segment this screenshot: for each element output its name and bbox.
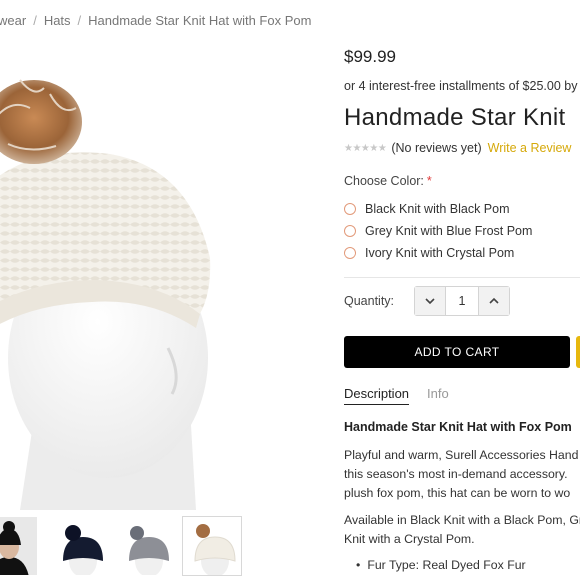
quantity-stepper: 1 — [414, 286, 510, 316]
thumbnail-strip — [0, 516, 250, 580]
quantity-label: Quantity: — [344, 294, 395, 308]
radio-icon[interactable] — [344, 247, 356, 259]
color-label: Choose Color: * — [344, 174, 432, 188]
rating-stars-icon: ★★★★★ — [344, 143, 387, 154]
product-main-image[interactable] — [0, 58, 222, 510]
color-option-label: Ivory Knit with Crystal Pom — [365, 246, 515, 260]
breadcrumb-item-hats[interactable]: Hats — [44, 13, 71, 28]
quantity-increase-button[interactable] — [479, 287, 509, 315]
rating-row: ★★★★★ (No reviews yet) Write a Review — [344, 141, 571, 155]
add-to-cart-button[interactable]: ADD TO CART — [344, 336, 570, 368]
breadcrumb: wear / Hats / Handmade Star Knit Hat with Fo… — [0, 13, 311, 28]
thumbnail-ivory-hat[interactable] — [182, 516, 242, 576]
hat-on-mannequin-image — [0, 79, 211, 510]
divider — [344, 277, 580, 278]
reviews-count: (No reviews yet) — [391, 141, 482, 155]
radio-icon[interactable] — [344, 203, 356, 215]
breadcrumb-item-current: Handmade Star Knit Hat with Fox Pom — [88, 13, 312, 28]
product-price: $99.99 — [344, 47, 396, 66]
wishlist-button[interactable] — [576, 336, 580, 368]
color-option-grey[interactable]: Grey Knit with Blue Frost Pom — [344, 220, 532, 242]
thumbnail-grey-hat[interactable] — [116, 516, 176, 576]
color-option-label: Black Knit with Black Pom — [365, 202, 510, 216]
thumbnail-black-hat[interactable] — [50, 516, 110, 576]
chevron-up-icon — [489, 297, 499, 304]
ivory-hat-image — [183, 517, 241, 575]
model-black-hat-image — [0, 517, 37, 575]
description-line: plush fox pom, this hat can be worn to w… — [344, 486, 571, 500]
description-line: Knit with a Crystal Pom. — [344, 532, 475, 546]
tab-description[interactable]: Description — [344, 386, 410, 405]
color-label-text: Choose Color: — [344, 174, 424, 188]
color-options: Black Knit with Black Pom Grey Knit with… — [344, 198, 532, 264]
description-bullet: Fur Type: Real Dyed Fox Fur — [356, 558, 525, 572]
product-title: Handmade Star Knit — [344, 104, 566, 131]
grey-hat-image — [117, 517, 175, 575]
description-paragraph-1: Playful and warm, Surell Accessories Han… — [344, 446, 578, 503]
color-option-black[interactable]: Black Knit with Black Pom — [344, 198, 532, 220]
write-review-link[interactable]: Write a Review — [488, 141, 572, 155]
breadcrumb-item-category[interactable]: wear — [0, 13, 26, 28]
quantity-decrease-button[interactable] — [415, 287, 445, 315]
thumbnail-model-black-hat[interactable] — [0, 516, 38, 576]
color-option-ivory[interactable]: Ivory Knit with Crystal Pom — [344, 242, 532, 264]
description-paragraph-2: Available in Black Knit with a Black Pom… — [344, 511, 580, 549]
required-marker: * — [426, 174, 432, 188]
description-line: this season's most in-demand accessory. — [344, 467, 568, 481]
breadcrumb-separator: / — [33, 13, 37, 28]
color-option-label: Grey Knit with Blue Frost Pom — [365, 224, 533, 238]
quantity-input[interactable]: 1 — [445, 287, 479, 315]
chevron-down-icon — [425, 298, 435, 305]
tab-info[interactable]: Info — [427, 386, 449, 404]
black-hat-image — [51, 517, 109, 575]
description-line: Available in Black Knit with a Black Pom… — [344, 513, 580, 527]
breadcrumb-separator: / — [77, 13, 82, 28]
description-line: Playful and warm, Surell Accessories Han… — [344, 448, 579, 462]
product-tabs: Description Info — [344, 386, 449, 405]
installments-text: or 4 interest-free installments of $25.0… — [344, 79, 578, 93]
radio-icon[interactable] — [344, 225, 356, 237]
description-heading: Handmade Star Knit Hat with Fox Pom — [344, 420, 572, 434]
product-info-panel: $99.99 or 4 interest-free installments o… — [344, 0, 580, 580]
